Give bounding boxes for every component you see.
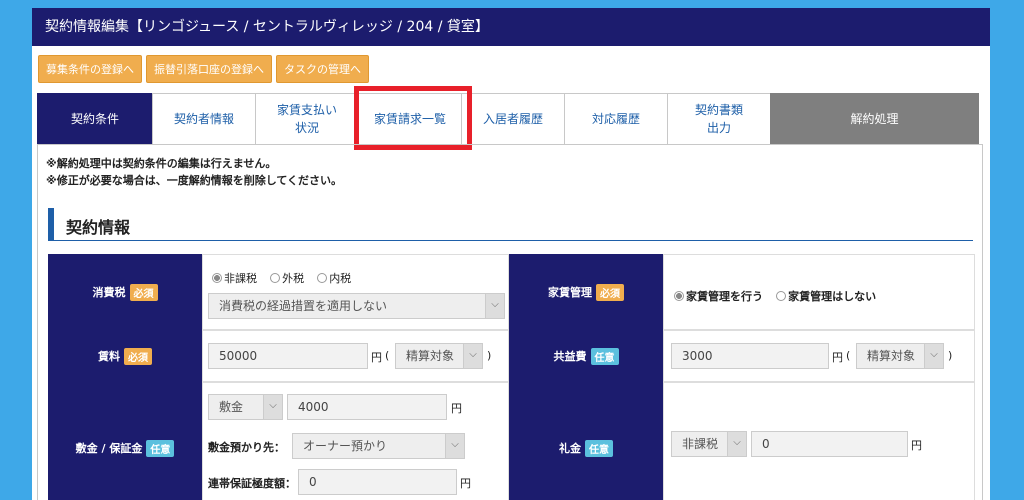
contract-info-table: 消費税 必須 非課税 外税 内税 消費税の経過措置を適用しない 家賃管理 必須 … (48, 254, 975, 500)
rent-mgmt-radio-group: 家賃管理を行う 家賃管理はしない (674, 286, 884, 305)
tax-transition-select[interactable]: 消費税の経過措置を適用しない (208, 293, 505, 319)
rent-mgmt-option-yes-label: 家賃管理を行う (686, 290, 763, 303)
guarantee-limit-label: 連帯保証極度額： (208, 477, 296, 490)
tax-radio-group: 非課税 外税 内税 (212, 268, 359, 287)
yen-unit: 円 (371, 351, 382, 364)
section-accent-bar (48, 208, 54, 240)
paren-open: ( (385, 349, 390, 362)
radio-selected-icon (674, 291, 684, 301)
tax-option-exclusive[interactable]: 外税 (270, 270, 304, 286)
guarantee-limit-input[interactable]: 0 (298, 469, 457, 495)
tax-value-cell: 非課税 外税 内税 消費税の経過措置を適用しない (202, 254, 509, 330)
deposit-amount-input[interactable]: 4000 (287, 394, 447, 420)
optional-badge: 任意 (146, 439, 175, 457)
radio-selected-icon (212, 273, 222, 283)
rent-mgmt-option-no-label: 家賃管理はしない (788, 290, 877, 303)
tax-label: 消費税 (92, 286, 126, 299)
tab-cancellation[interactable]: 解約処理 (770, 93, 979, 144)
section-header: 契約情報 (48, 208, 973, 241)
paren-open: ( (846, 349, 851, 362)
section-title: 契約情報 (66, 218, 131, 237)
task-management-button[interactable]: タスクの管理へ (276, 55, 369, 83)
optional-badge: 任意 (590, 347, 619, 365)
deposit-holder-select[interactable]: オーナー預かり (292, 433, 465, 459)
notice-text: ※解約処理中は契約条件の編集は行えません。 ※修正が必要な場合は、一度解約情報を… (46, 155, 342, 189)
rent-mgmt-label: 家賃管理 (548, 286, 592, 299)
key-money-input[interactable]: 0 (751, 431, 908, 457)
rent-mgmt-value-cell: 家賃管理を行う 家賃管理はしない (663, 254, 975, 330)
tax-label-cell: 消費税 必須 (48, 254, 202, 330)
tab-tenant-history[interactable]: 入居者履歴 (461, 93, 565, 144)
rent-mgmt-option-yes[interactable]: 家賃管理を行う (674, 288, 763, 304)
common-fee-input[interactable]: 3000 (671, 343, 829, 369)
tax-option-exclusive-label: 外税 (282, 272, 305, 285)
radio-icon (317, 273, 328, 283)
common-fee-label-cell: 共益費 任意 (509, 330, 663, 382)
common-fee-value-cell: 3000 円 ( 精算対象 ) (663, 330, 975, 382)
key-money-tax-select[interactable]: 非課税 (671, 431, 747, 457)
tab-bar: 契約条件 契約者情報 家賃支払い 状況 家賃請求一覧 入居者履歴 対応履歴 契約… (37, 93, 979, 144)
transfer-account-button[interactable]: 振替引落口座の登録へ (146, 55, 272, 83)
notice-line: ※解約処理中は契約条件の編集は行えません。 (46, 157, 277, 170)
yen-unit: 円 (460, 477, 471, 490)
key-money-label-cell: 礼金 任意 (509, 382, 663, 500)
rent-label: 賃料 (98, 350, 120, 363)
tab-contract-documents[interactable]: 契約書類 出力 (667, 93, 771, 144)
paren-close: ) (487, 349, 492, 362)
rent-settle-select[interactable]: 精算対象 (395, 343, 483, 369)
tab-rent-payment-status[interactable]: 家賃支払い 状況 (255, 93, 359, 144)
key-money-label: 礼金 (559, 442, 581, 455)
tax-option-exempt[interactable]: 非課税 (212, 270, 257, 286)
rent-value-cell: 50000 円 ( 精算対象 ) (202, 330, 509, 382)
yen-unit: 円 (911, 439, 922, 452)
deposit-label: 敷金 / 保証金 (75, 442, 143, 455)
yen-unit: 円 (451, 402, 462, 415)
deposit-holder-label: 敷金預かり先： (208, 441, 285, 454)
rent-mgmt-option-no[interactable]: 家賃管理はしない (776, 288, 876, 304)
notice-line: ※修正が必要な場合は、一度解約情報を削除してください。 (46, 174, 343, 187)
deposit-value-cell: 敷金 4000 円 敷金預かり先： オーナー預かり 連帯保証極度額： 0 円 (202, 382, 509, 500)
required-badge: 必須 (596, 283, 624, 301)
common-fee-settle-select[interactable]: 精算対象 (856, 343, 944, 369)
tax-option-exempt-label: 非課税 (224, 272, 257, 285)
page-title: 契約情報編集【リンゴジュース / セントラルヴィレッジ / 204 / 貸室】 (32, 8, 990, 46)
tax-option-inclusive-label: 内税 (329, 272, 352, 285)
action-buttons: 募集条件の登録へ 振替引落口座の登録へ タスクの管理へ (38, 55, 369, 83)
radio-icon (776, 291, 787, 301)
rent-input[interactable]: 50000 (208, 343, 368, 369)
radio-icon (270, 273, 281, 283)
optional-badge: 任意 (585, 439, 613, 457)
tab-response-history[interactable]: 対応履歴 (564, 93, 668, 144)
rent-label-cell: 賃料 必須 (48, 330, 202, 382)
recruitment-conditions-button[interactable]: 募集条件の登録へ (38, 55, 142, 83)
tab-contract-conditions[interactable]: 契約条件 (37, 93, 153, 144)
tax-option-inclusive[interactable]: 内税 (317, 270, 351, 286)
paren-close: ) (948, 349, 953, 362)
yen-unit: 円 (832, 351, 843, 364)
tab-contractor-info[interactable]: 契約者情報 (152, 93, 256, 144)
highlight-box (354, 86, 472, 150)
common-fee-label: 共益費 (553, 350, 587, 363)
rent-mgmt-label-cell: 家賃管理 必須 (509, 254, 663, 330)
required-badge: 必須 (129, 283, 158, 301)
deposit-type-select[interactable]: 敷金 (208, 394, 283, 420)
contract-edit-panel: 契約情報編集【リンゴジュース / セントラルヴィレッジ / 204 / 貸室】 … (32, 8, 990, 500)
deposit-label-cell: 敷金 / 保証金 任意 (48, 382, 202, 500)
required-badge: 必須 (124, 347, 152, 365)
contract-content: ※解約処理中は契約条件の編集は行えません。 ※修正が必要な場合は、一度解約情報を… (37, 144, 983, 500)
key-money-value-cell: 非課税 0 円 (663, 382, 975, 500)
